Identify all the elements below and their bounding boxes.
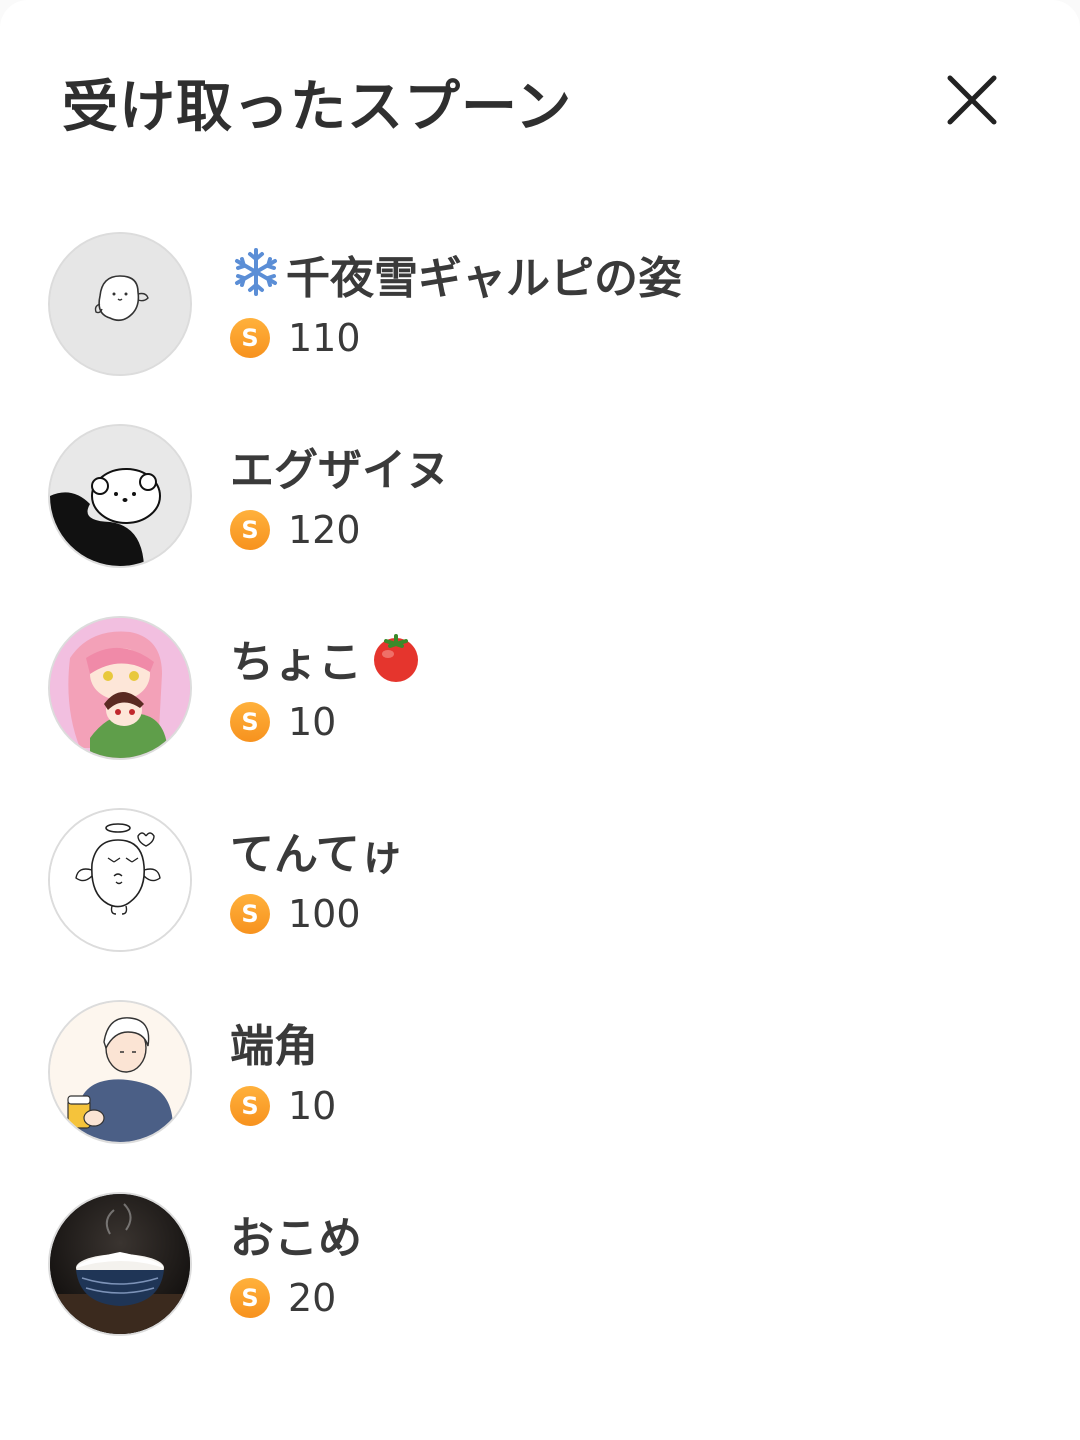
spoon-amount: 120 <box>288 508 361 552</box>
spoon-amount-line: S 110 <box>230 314 361 362</box>
sender-name-line: ちょこ <box>230 626 424 690</box>
list-item[interactable]: エグザイヌ S 120 <box>48 422 1048 614</box>
sender-name: エグザイヌ <box>230 445 450 496</box>
list-item[interactable]: ちょこ S 10 <box>48 614 1048 806</box>
man-with-beer-avatar <box>50 1002 190 1142</box>
close-button[interactable] <box>938 66 1006 134</box>
anime-couple-avatar <box>50 618 190 758</box>
spoon-amount: 20 <box>288 1276 337 1320</box>
list-item[interactable]: 千夜雪ギャルピの姿 S 110 <box>48 230 1048 422</box>
sender-list: 千夜雪ギャルピの姿 S 110 エグザイヌ S 120 ちょこ S 10 てんて… <box>48 230 1048 1382</box>
sender-name: 端角 <box>230 1021 318 1072</box>
sheet-title: 受け取ったスプーン <box>62 74 573 140</box>
spoon-amount-line: S 100 <box>230 890 361 938</box>
sender-name: ちょこ <box>230 637 362 688</box>
doodle-ghost-avatar <box>50 234 190 374</box>
sender-name-line: おこめ <box>230 1202 362 1266</box>
sender-name: 千夜雪ギャルピの姿 <box>286 253 682 304</box>
sender-name: てんてゖ <box>230 829 404 880</box>
angel-doodle-avatar <box>50 810 190 950</box>
list-item[interactable]: 端角 S 10 <box>48 998 1048 1190</box>
avatar[interactable] <box>48 1192 192 1336</box>
sender-name: おこめ <box>230 1213 362 1264</box>
spoon-amount: 100 <box>288 892 361 936</box>
doodle-dog-avatar <box>50 426 190 566</box>
sender-name-line: 端角 <box>230 1010 318 1074</box>
spoon-amount: 10 <box>288 1084 337 1128</box>
spoon-coin-icon: S <box>230 318 270 358</box>
sender-name-line: エグザイヌ <box>230 434 450 498</box>
avatar[interactable] <box>48 232 192 376</box>
received-spoons-sheet: 受け取ったスプーン 千夜雪ギャルピの姿 S 110 エグザイヌ S 120 ちょ… <box>0 0 1080 1440</box>
spoon-amount: 10 <box>288 700 337 744</box>
spoon-amount-line: S 10 <box>230 698 336 746</box>
spoon-coin-icon: S <box>230 510 270 550</box>
snowflake-icon <box>230 246 282 302</box>
spoon-coin-icon: S <box>230 702 270 742</box>
sender-name-line: てんてゖ <box>230 818 404 882</box>
spoon-amount: 110 <box>288 316 361 360</box>
avatar[interactable] <box>48 616 192 760</box>
spoon-coin-icon: S <box>230 1086 270 1126</box>
spoon-amount-line: S 20 <box>230 1274 336 1322</box>
avatar[interactable] <box>48 424 192 568</box>
sheet-header: 受け取ったスプーン <box>62 62 572 142</box>
rice-bowl-avatar <box>50 1194 190 1334</box>
spoon-amount-line: S 120 <box>230 506 361 554</box>
list-item[interactable]: てんてゖ S 100 <box>48 806 1048 998</box>
tomato-icon <box>368 628 424 688</box>
close-icon <box>947 75 997 125</box>
spoon-coin-icon: S <box>230 894 270 934</box>
avatar[interactable] <box>48 808 192 952</box>
spoon-amount-line: S 10 <box>230 1082 336 1130</box>
sender-name-line: 千夜雪ギャルピの姿 <box>230 242 682 306</box>
avatar[interactable] <box>48 1000 192 1144</box>
spoon-coin-icon: S <box>230 1278 270 1318</box>
list-item[interactable]: おこめ S 20 <box>48 1190 1048 1382</box>
